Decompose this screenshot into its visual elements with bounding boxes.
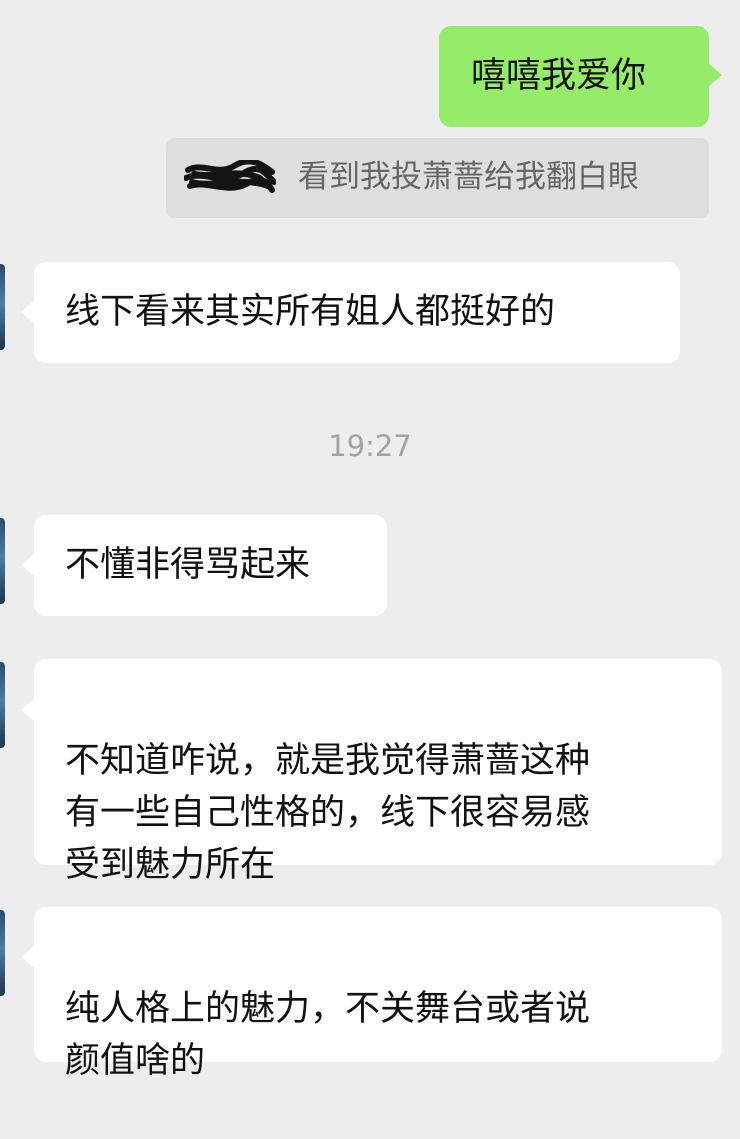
message-text: 纯人格上的魅力，不关舞台或者说 颜值啥的	[65, 989, 591, 1081]
message-text: 嘻嘻我爱你	[471, 56, 647, 96]
message-text: 不知道咋说，就是我觉得萧蔷这种 有一些自己性格的，线下很容易感 受到魅力所在	[65, 741, 591, 885]
outgoing-bubble-tail	[709, 64, 722, 86]
message-text: 线下看来其实所有姐人都挺好的	[65, 292, 556, 332]
quoted-message[interactable]: 看到我投萧蔷给我翻白眼	[166, 138, 709, 218]
message-text: 不懂非得骂起来	[65, 545, 311, 585]
contact-avatar[interactable]	[0, 910, 5, 996]
incoming-bubble-tail	[21, 554, 34, 576]
incoming-message-bubble[interactable]: 不知道咋说，就是我觉得萧蔷这种 有一些自己性格的，线下很容易感 受到魅力所在	[34, 659, 722, 885]
contact-avatar[interactable]	[0, 518, 5, 604]
chat-timestamp: 19:27	[328, 429, 412, 463]
incoming-message-bubble[interactable]: 不懂非得骂起来	[34, 515, 387, 616]
incoming-bubble-tail	[21, 946, 34, 968]
outgoing-message-bubble[interactable]: 嘻嘻我爱你	[439, 26, 709, 127]
contact-avatar[interactable]	[0, 662, 5, 748]
incoming-bubble-tail	[21, 699, 34, 721]
contact-avatar[interactable]	[0, 264, 5, 350]
incoming-message-bubble[interactable]: 纯人格上的魅力，不关舞台或者说 颜值啥的	[34, 907, 722, 1081]
incoming-message-bubble[interactable]: 线下看来其实所有姐人都挺好的	[34, 262, 680, 363]
incoming-bubble-tail	[21, 301, 34, 323]
quoted-message-text: 看到我投萧蔷给我翻白眼	[298, 159, 639, 195]
redacted-sender-scribble	[184, 160, 276, 193]
